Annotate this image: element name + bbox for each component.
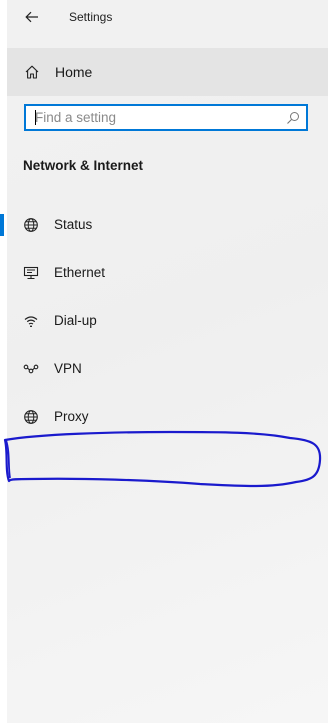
back-button[interactable] [21,7,43,27]
section-title: Network & Internet [23,158,144,173]
arrow-left-icon [25,11,38,23]
selected-indicator [0,214,4,236]
sidebar-item-proxy[interactable]: Proxy [7,397,328,437]
settings-window: Settings Home Network & Internet Status [0,0,328,723]
sidebar-item-label: Status [54,217,93,232]
search-input[interactable] [32,108,275,127]
sidebar-item-label: Dial-up [54,313,97,328]
title-bar: Settings [7,0,328,48]
sidebar-item-ethernet[interactable]: Ethernet [7,253,328,293]
sidebar-item-vpn[interactable]: VPN [7,349,328,389]
home-nav-item[interactable]: Home [7,48,328,96]
search-icon[interactable] [286,111,300,125]
sidebar-item-dial-up[interactable]: Dial-up [7,301,328,341]
home-icon [25,65,39,79]
vpn-icon [23,364,39,374]
sidebar-item-status[interactable]: Status [0,205,328,245]
sidebar-item-label: VPN [54,361,82,376]
dialup-icon [24,316,38,327]
sidebar-item-label: Ethernet [54,265,106,280]
window-title: Settings [69,10,113,24]
sidebar-item-label: Proxy [54,409,89,424]
ethernet-icon [23,266,39,280]
home-label: Home [55,64,93,80]
globe-icon [24,410,38,424]
search-box[interactable] [24,104,308,131]
globe-icon [24,218,38,232]
